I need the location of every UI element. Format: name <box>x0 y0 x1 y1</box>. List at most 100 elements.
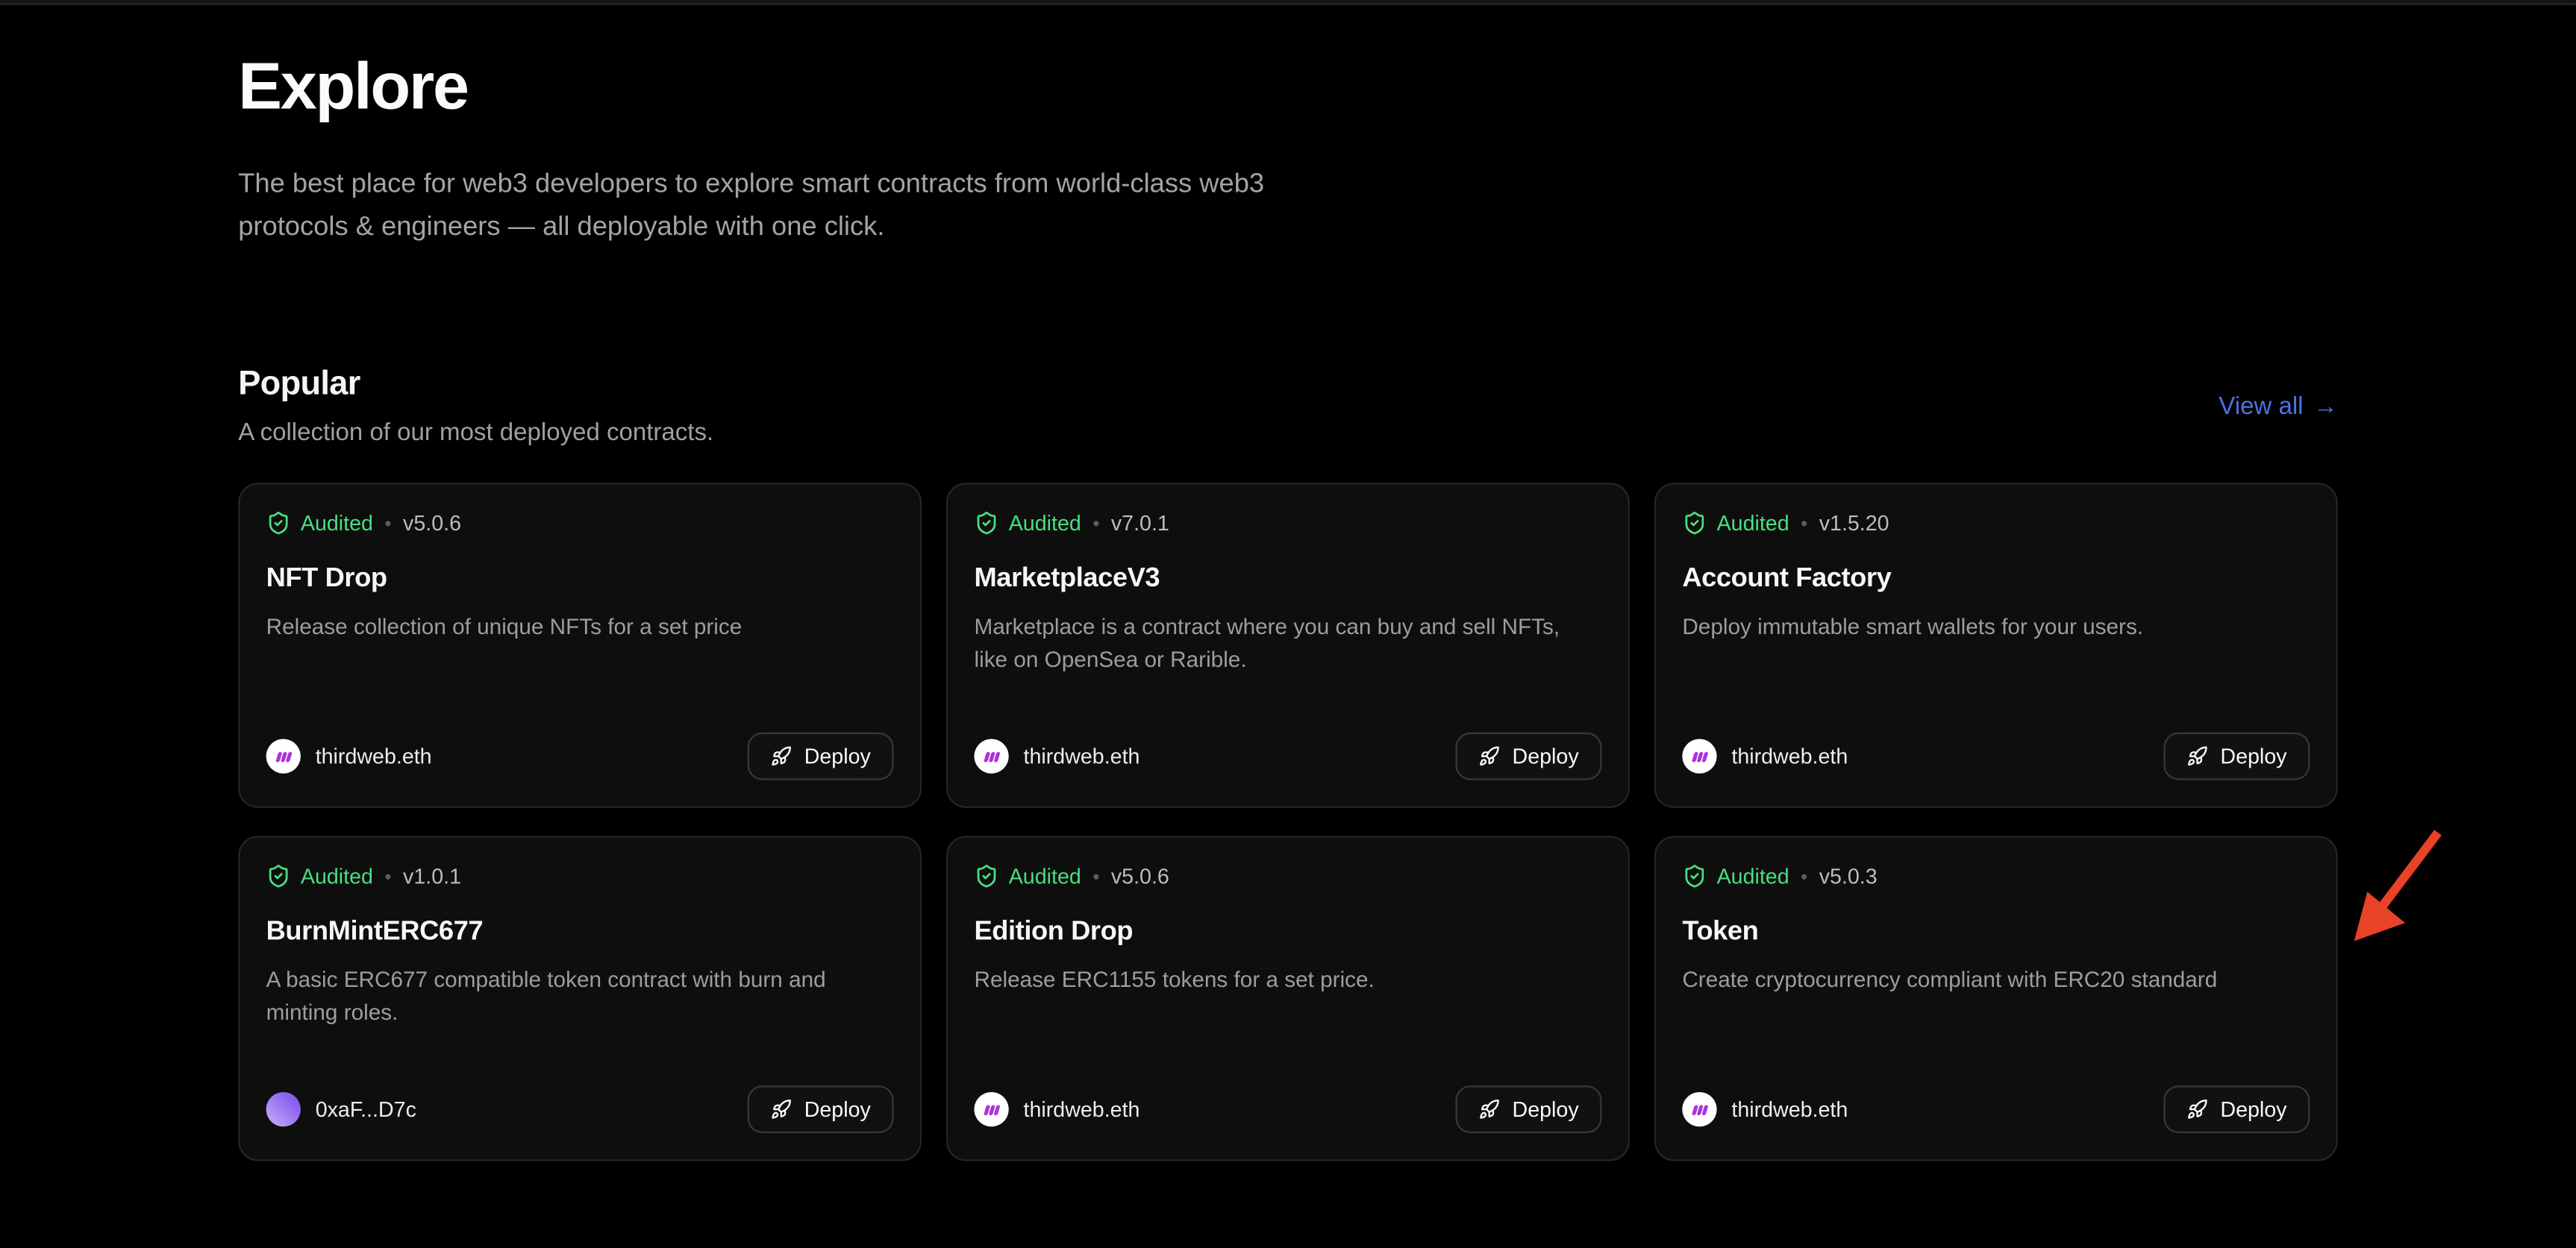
publisher-link[interactable]: thirdweb.eth <box>1682 1092 1848 1126</box>
popular-header-text: Popular A collection of our most deploye… <box>238 365 713 447</box>
deploy-label: Deploy <box>1513 1097 1579 1122</box>
version-label: v1.5.20 <box>1819 511 1889 536</box>
deploy-button[interactable]: Deploy <box>747 1085 894 1133</box>
popular-section-header: Popular A collection of our most deploye… <box>238 365 2338 447</box>
deploy-label: Deploy <box>804 744 871 769</box>
badge-row: Audited • v7.0.1 <box>974 511 1601 536</box>
publisher-link[interactable]: thirdweb.eth <box>1682 739 1848 774</box>
version-label: v5.0.6 <box>403 511 461 536</box>
page-title: Explore <box>238 51 2338 123</box>
rocket-icon <box>769 1099 791 1120</box>
shield-check-icon <box>1682 511 1707 536</box>
popular-section-subtitle: A collection of our most deployed contra… <box>238 419 713 447</box>
dot-separator: • <box>1801 512 1807 535</box>
card-footer: 0xaF...D7c Deploy <box>266 1085 894 1133</box>
deploy-button[interactable]: Deploy <box>747 733 894 780</box>
deploy-label: Deploy <box>2220 744 2286 769</box>
audited-label: Audited <box>1717 511 1789 536</box>
deploy-button[interactable]: Deploy <box>1454 733 1601 780</box>
rocket-icon <box>1478 746 1499 768</box>
shield-check-icon <box>266 864 291 888</box>
audited-label: Audited <box>301 864 373 888</box>
rocket-icon <box>2186 746 2207 768</box>
card-footer: thirdweb.eth Deploy <box>1682 1085 2310 1133</box>
contract-title: Edition Drop <box>974 917 1601 948</box>
badge-row: Audited • v1.5.20 <box>1682 511 2310 536</box>
shield-check-icon <box>974 511 998 536</box>
contract-description: Marketplace is a contract where you can … <box>974 611 1566 677</box>
contract-card-burnminterc677[interactable]: Audited • v1.0.1 BurnMintERC677 A basic … <box>238 836 922 1161</box>
deploy-label: Deploy <box>2220 1097 2286 1122</box>
audited-label: Audited <box>301 511 373 536</box>
contract-title: Account Factory <box>1682 563 2310 595</box>
contract-description: Release collection of unique NFTs for a … <box>266 611 858 645</box>
deploy-label: Deploy <box>804 1097 871 1122</box>
arrow-right-icon: → <box>2313 392 2338 419</box>
contract-card-edition-drop[interactable]: Audited • v5.0.6 Edition Drop Release ER… <box>946 836 1630 1161</box>
card-footer: thirdweb.eth Deploy <box>266 733 894 780</box>
audited-label: Audited <box>1009 511 1081 536</box>
thirdweb-avatar <box>1682 739 1716 774</box>
card-footer: thirdweb.eth Deploy <box>1682 733 2310 780</box>
card-footer: thirdweb.eth Deploy <box>974 1085 1601 1133</box>
card-footer: thirdweb.eth Deploy <box>974 733 1601 780</box>
thirdweb-logo-icon <box>981 748 1002 765</box>
thirdweb-avatar <box>266 739 301 774</box>
shield-check-icon <box>1682 864 1707 888</box>
version-label: v5.0.6 <box>1111 864 1169 888</box>
contract-description: Create cryptocurrency compliant with ERC… <box>1682 965 2274 998</box>
publisher-name: 0xaF...D7c <box>316 1097 416 1122</box>
dot-separator: • <box>384 865 391 888</box>
contract-title: MarketplaceV3 <box>974 563 1601 595</box>
dot-separator: • <box>1092 865 1099 888</box>
thirdweb-logo-icon <box>981 1101 1002 1117</box>
rocket-icon <box>2186 1099 2207 1120</box>
contract-card-account-factory[interactable]: Audited • v1.5.20 Account Factory Deploy… <box>1654 483 2338 809</box>
version-label: v5.0.3 <box>1819 864 1878 888</box>
thirdweb-logo-icon <box>272 748 294 765</box>
dot-separator: • <box>1801 865 1807 888</box>
deploy-label: Deploy <box>1513 744 1579 769</box>
publisher-link[interactable]: thirdweb.eth <box>266 739 432 774</box>
deploy-button[interactable]: Deploy <box>2163 1085 2310 1133</box>
contract-title: BurnMintERC677 <box>266 917 894 948</box>
contract-card-marketplacev3[interactable]: Audited • v7.0.1 MarketplaceV3 Marketpla… <box>946 483 1630 809</box>
publisher-name: thirdweb.eth <box>1731 1097 1848 1122</box>
audited-badge: Audited <box>266 864 373 888</box>
dot-separator: • <box>1092 512 1099 535</box>
rocket-icon <box>1478 1099 1499 1120</box>
contract-title: NFT Drop <box>266 563 894 595</box>
view-all-label: View all <box>2219 392 2303 419</box>
deploy-button[interactable]: Deploy <box>2163 733 2310 780</box>
rocket-icon <box>769 746 791 768</box>
view-all-link[interactable]: View all → <box>2219 392 2337 419</box>
contract-card-nft-drop[interactable]: Audited • v5.0.6 NFT Drop Release collec… <box>238 483 922 809</box>
badge-row: Audited • v1.0.1 <box>266 864 894 888</box>
shield-check-icon <box>266 511 291 536</box>
badge-row: Audited • v5.0.6 <box>266 511 894 536</box>
dot-separator: • <box>384 512 391 535</box>
publisher-link[interactable]: thirdweb.eth <box>974 739 1139 774</box>
publisher-link[interactable]: thirdweb.eth <box>974 1092 1139 1126</box>
thirdweb-avatar <box>974 1092 1008 1126</box>
badge-row: Audited • v5.0.3 <box>1682 864 2310 888</box>
audited-label: Audited <box>1717 864 1789 888</box>
publisher-name: thirdweb.eth <box>1024 1097 1140 1122</box>
contract-card-token[interactable]: Audited • v5.0.3 Token Create cryptocurr… <box>1654 836 2338 1161</box>
audited-label: Audited <box>1009 864 1081 888</box>
badge-row: Audited • v5.0.6 <box>974 864 1601 888</box>
audited-badge: Audited <box>1682 864 1789 888</box>
deploy-button[interactable]: Deploy <box>1454 1085 1601 1133</box>
contract-description: Deploy immutable smart wallets for your … <box>1682 611 2274 645</box>
version-label: v7.0.1 <box>1111 511 1169 536</box>
address-gradient-avatar <box>266 1092 301 1126</box>
audited-badge: Audited <box>974 511 1081 536</box>
version-label: v1.0.1 <box>403 864 461 888</box>
thirdweb-logo-icon <box>1689 748 1710 765</box>
publisher-link[interactable]: 0xaF...D7c <box>266 1092 416 1126</box>
publisher-name: thirdweb.eth <box>1024 744 1140 769</box>
contract-description: Release ERC1155 tokens for a set price. <box>974 965 1566 998</box>
publisher-name: thirdweb.eth <box>316 744 432 769</box>
page-subtitle: The best place for web3 developers to ex… <box>238 163 1352 248</box>
contract-title: Token <box>1682 917 2310 948</box>
